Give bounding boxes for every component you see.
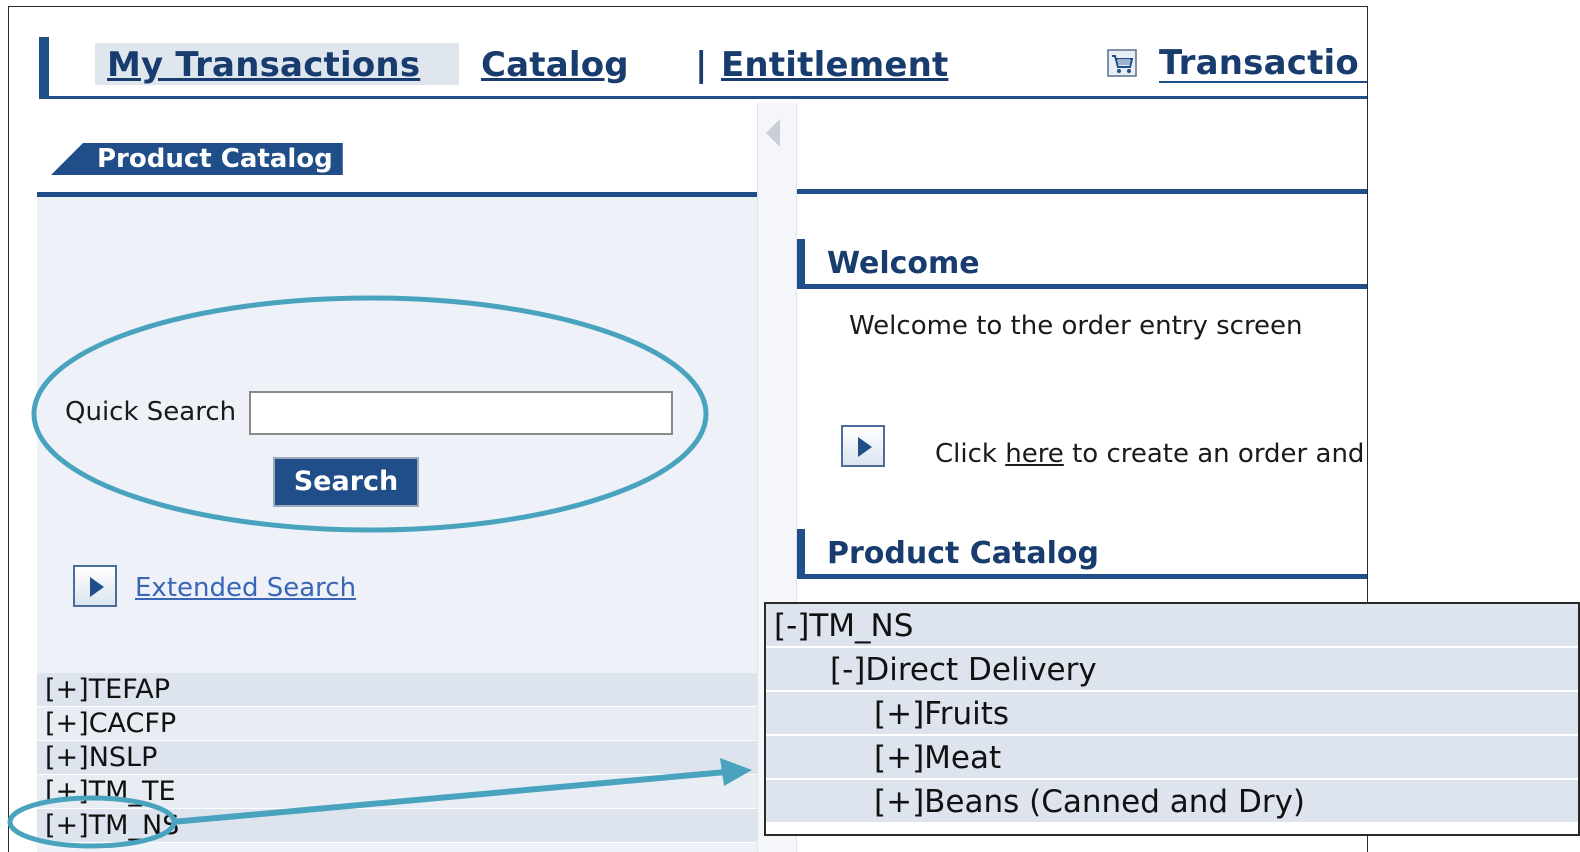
tree-item-cacfp[interactable]: [+]CACFP [37,707,757,741]
left-panel: Product Catalog Quick Search Search Exte… [37,107,757,852]
tree-item-tm-ns[interactable]: [+]TM_NS [37,809,757,843]
callout-tree-item-fruits[interactable]: [+]Fruits [766,692,1578,736]
welcome-text: Welcome to the order entry screen [849,311,1303,341]
create-order-text: Click here to create an order and [935,439,1364,469]
click-prefix: Click [935,439,1006,469]
product-catalog-heading: Product Catalog [797,529,1367,579]
extended-search-link[interactable]: Extended Search [135,573,356,603]
expanded-tree-callout: [-]TM_NS [-]Direct Delivery [+]Fruits [+… [764,602,1580,836]
create-order-link[interactable]: here [1005,439,1064,469]
tree-item-tm-te[interactable]: [+]TM_TE [37,775,757,809]
callout-tree-item-direct-delivery[interactable]: [-]Direct Delivery [766,648,1578,692]
shopping-cart-icon[interactable] [1107,49,1137,77]
top-nav: My Transactions Catalog | Entitlement Tr… [39,37,1367,99]
right-panel-divider [797,189,1367,194]
product-catalog-header: Product Catalog [37,107,757,197]
search-button[interactable]: Search [273,457,419,507]
tab-entitlement[interactable]: Entitlement [721,45,948,85]
nav-separator: | [695,45,708,85]
tab-catalog[interactable]: Catalog [481,45,629,85]
play-arrow-icon[interactable] [841,425,885,467]
callout-tree-item-tm-ns[interactable]: [-]TM_NS [766,604,1578,648]
tab-my-transactions[interactable]: My Transactions [107,45,420,85]
callout-tree-item-beans[interactable]: [+]Beans (Canned and Dry) [766,780,1578,824]
click-suffix: to create an order and [1063,439,1365,469]
callout-tree-item-meat[interactable]: [+]Meat [766,736,1578,780]
quick-search-input[interactable] [249,391,673,435]
catalog-tree: [+]TEFAP [+]CACFP [+]NSLP [+]TM_TE [+]TM… [37,673,757,843]
product-catalog-tab[interactable]: Product Catalog [51,143,343,175]
collapse-left-icon[interactable] [766,119,780,147]
tab-transaction-cart[interactable]: Transactio [1159,43,1367,83]
welcome-heading: Welcome [797,239,1367,289]
tree-item-tefap[interactable]: [+]TEFAP [37,673,757,707]
quick-search-label: Quick Search [65,397,237,427]
tree-item-nslp[interactable]: [+]NSLP [37,741,757,775]
play-arrow-icon[interactable] [73,565,117,607]
